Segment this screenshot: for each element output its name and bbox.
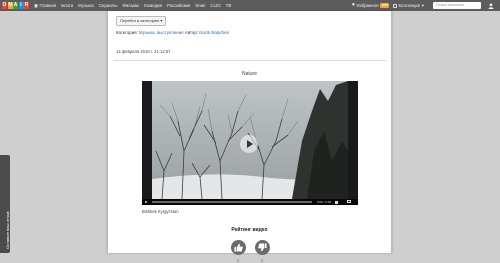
nav-clip[interactable]: Клип [195,2,205,9]
feedback-tab-label: Оставьте ваш отзыв [5,211,10,249]
category-dropdown-button[interactable]: Перейти в категорию ▾ [116,16,167,26]
video-player[interactable]: 0:00 / 0:18 [142,81,358,205]
nav-home[interactable]: Главная [34,2,56,9]
chevron-down-icon: ▾ [421,3,424,8]
collections-label: Коллекция [398,3,421,8]
nav-tv[interactable]: TB [226,2,232,9]
rating-title: Рейтинг видео [231,227,268,233]
search-input[interactable]: Поиск фильмов [433,2,481,9]
video-meta: Категория: Музыка, выступления Автор: Na… [116,30,229,35]
top-navigation-bar: ONAIR Главная Блоги Музыка Сериалы Фильм… [0,0,500,11]
play-button[interactable] [240,135,258,153]
logo-letter: R [24,2,29,9]
nav-home-label: Главная [39,3,57,8]
heart-icon: ♥ [352,2,355,8]
category-link[interactable]: Музыка, выступления [139,30,184,35]
time-readout: 0:00 / 0:18 [317,199,332,204]
collection-icon [393,3,397,8]
logo-letter: N [7,2,13,9]
publish-date: 14 февраля 2018 г. 21:12:57 [116,49,171,54]
new-badge: new [380,3,390,8]
player-controls: 0:00 / 0:18 [142,199,358,205]
video-title: Nature [241,71,257,77]
logo-letter: A [13,2,18,9]
thumbs-down-icon [258,243,267,252]
nav-films[interactable]: Фильмы [122,2,139,9]
progress-bar[interactable] [152,201,312,203]
logo-letter: O [2,2,7,9]
favorites-label: Избранное [356,3,379,8]
fullscreen-icon[interactable] [347,200,351,204]
nav-russian[interactable]: Российские [167,2,190,9]
nav-blogs[interactable]: Блоги [61,2,73,9]
author-link[interactable]: Nazik Batyrbek [199,30,229,35]
favorites-link[interactable]: ♥ Избранное new [352,2,390,9]
nav-series[interactable]: Сериалы [99,2,118,9]
play-icon[interactable] [145,200,148,203]
main-nav: Главная Блоги Музыка Сериалы Фильмы Коме… [34,2,231,9]
feedback-tab[interactable]: Оставьте ваш отзыв [0,155,10,253]
user-icon[interactable] [488,3,494,9]
nav-clio[interactable]: CLIO [210,2,220,9]
nav-comedy[interactable]: Комедия [144,2,162,9]
author-prefix: Автор: [184,30,198,35]
logo-letter: I [18,2,24,9]
nav-music[interactable]: Музыка [78,2,94,9]
dislike-count: 0 [261,259,263,263]
home-icon [34,3,38,8]
content-page: Перейти в категорию ▾ Категория: Музыка,… [107,11,392,263]
divider [113,60,386,61]
volume-icon[interactable] [335,200,338,204]
thumbs-up-icon [234,243,243,252]
like-count: 0 [237,259,239,263]
category-prefix: Категория: [116,30,138,35]
video-caption: Bishkek Kyrgyzstan [142,209,179,214]
collections-menu[interactable]: Коллекция ▾ [393,2,424,9]
onair-logo[interactable]: ONAIR [2,2,29,9]
